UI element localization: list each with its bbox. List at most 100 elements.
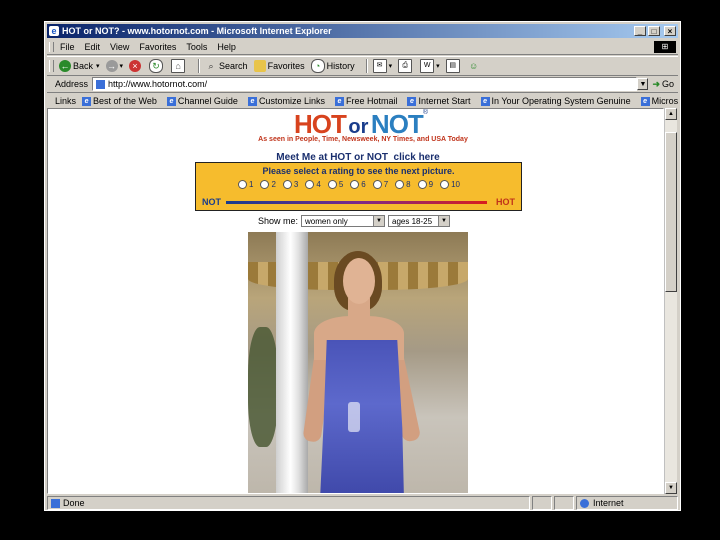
status-cell: [554, 496, 574, 510]
vertical-scrollbar[interactable]: ▲ ▼: [664, 108, 677, 494]
rated-person-photo: [248, 232, 468, 493]
rating-radio-3[interactable]: 3: [282, 180, 299, 189]
radio-circle: [238, 180, 247, 189]
messenger-button[interactable]: ☺: [468, 60, 482, 72]
radio-circle: [350, 180, 360, 189]
search-icon: ⌕: [208, 61, 214, 71]
scroll-up-icon[interactable]: ▲: [665, 108, 677, 120]
chevron-down-icon: ▼: [438, 216, 450, 226]
toolbar-separator: [198, 59, 201, 73]
menu-bar: File Edit View Favorites Tools Help ⊞: [47, 40, 678, 55]
rating-radio-10[interactable]: 10: [440, 180, 460, 189]
rating-radio-9[interactable]: 9: [417, 180, 433, 189]
minimize-button[interactable]: _: [634, 26, 646, 36]
address-input[interactable]: http://www.hotornot.com/: [92, 77, 638, 91]
edit-icon: W: [420, 59, 435, 73]
history-button[interactable]: ◔ History: [310, 59, 355, 73]
edit-dropdown-icon[interactable]: ▾: [436, 62, 440, 70]
close-button[interactable]: ×: [664, 26, 676, 36]
link-label: Microsoft: [651, 96, 678, 106]
menu-file[interactable]: File: [60, 42, 75, 52]
link-microsoft[interactable]: eMicrosoft: [640, 96, 678, 106]
ie-page-icon: e: [480, 96, 490, 106]
logo-registered: ®: [422, 109, 428, 116]
age-select[interactable]: ages 18-25 ▼: [388, 215, 451, 227]
rating-value: 5: [338, 180, 344, 189]
link-channel-guide[interactable]: e Channel Guide: [166, 96, 238, 106]
rating-value: 2: [271, 180, 276, 189]
go-button[interactable]: ➜ Go: [652, 79, 674, 90]
radio-circle: [305, 180, 315, 189]
link-genuine[interactable]: e In Your Operating System Genuine: [480, 96, 631, 106]
gender-select[interactable]: women only ▼: [301, 215, 386, 227]
rating-radio-7[interactable]: 7: [372, 180, 388, 189]
menu-help[interactable]: Help: [217, 42, 236, 52]
rating-value: 10: [451, 180, 460, 189]
messenger-icon: ☺: [469, 61, 479, 71]
ie-logo-icon: e: [49, 26, 59, 36]
link-free-hotmail[interactable]: e Free Hotmail: [334, 96, 397, 106]
favorites-button[interactable]: Favorites: [253, 60, 305, 72]
stop-button[interactable]: ×: [129, 60, 143, 72]
radio-circle: [440, 180, 450, 189]
back-dropdown-icon[interactable]: ▾: [96, 62, 100, 70]
rating-radio-group: 1 2 3 4 5 6 7 8 9 10: [238, 180, 467, 189]
menu-tools[interactable]: Tools: [186, 42, 207, 52]
link-customize-links[interactable]: e Customize Links: [247, 96, 325, 106]
rating-value: 3: [293, 180, 299, 189]
rating-scale-bar: [226, 201, 487, 204]
link-label: Channel Guide: [177, 96, 238, 106]
toolbar-separator: [365, 59, 368, 73]
home-button[interactable]: ⌂: [171, 59, 187, 73]
radio-circle: [372, 180, 382, 189]
rating-radio-6[interactable]: 6: [350, 180, 366, 189]
rating-radio-8[interactable]: 8: [395, 180, 411, 189]
print-button[interactable]: ⎙: [398, 59, 414, 73]
photo-column: [276, 232, 308, 493]
browser-window: e HOT or NOT? - www.hotornot.com - Micro…: [44, 21, 681, 511]
status-cell: [532, 496, 552, 510]
scroll-thumb[interactable]: [665, 132, 677, 292]
rating-value: 4: [316, 180, 321, 189]
forward-dropdown-icon[interactable]: ▾: [120, 62, 124, 70]
edit-button[interactable]: W ▾: [420, 59, 440, 73]
history-label: History: [326, 61, 355, 71]
gender-select-value: women only: [305, 216, 348, 226]
address-label: Address: [55, 79, 89, 89]
forward-arrow-icon: →: [105, 60, 118, 72]
ie-page-icon: e: [334, 96, 344, 106]
back-button[interactable]: ← Back ▾: [59, 60, 100, 72]
scale-low-label: NOT: [202, 197, 221, 207]
mail-button[interactable]: ✉ ▾: [372, 59, 393, 73]
address-value: http://www.hotornot.com/: [108, 79, 208, 89]
rating-radio-5[interactable]: 5: [327, 180, 344, 189]
scroll-down-icon[interactable]: ▼: [665, 482, 677, 494]
menu-view[interactable]: View: [110, 42, 129, 52]
maximize-button[interactable]: □: [648, 26, 660, 36]
status-text: Done: [63, 498, 85, 508]
menu-edit[interactable]: Edit: [85, 42, 101, 52]
print-icon: ⎙: [398, 59, 413, 73]
rating-radio-4[interactable]: 4: [305, 180, 321, 189]
rating-radio-2[interactable]: 2: [260, 180, 276, 189]
search-button[interactable]: ⌕ Search: [205, 60, 248, 72]
link-best-of-the-web[interactable]: e Best of the Web: [82, 96, 157, 106]
stop-icon: ×: [129, 60, 142, 72]
address-dropdown-icon[interactable]: ▼: [637, 78, 649, 90]
ie-page-icon: e: [166, 96, 176, 106]
globe-icon: [580, 498, 589, 508]
rating-prompt: Please select a rating to see the next p…: [262, 166, 455, 176]
status-bar: Done Internet: [47, 496, 678, 510]
link-internet-start[interactable]: e Internet Start: [407, 96, 471, 106]
go-label: Go: [661, 79, 674, 89]
ie-page-icon: e: [640, 96, 650, 106]
rating-radio-1[interactable]: 1: [238, 180, 253, 189]
link-label: In Your Operating System Genuine: [491, 96, 631, 106]
forward-button[interactable]: → ▾: [105, 60, 124, 72]
history-icon: ◔: [310, 59, 325, 73]
refresh-button[interactable]: ↻: [149, 59, 165, 73]
discuss-button[interactable]: ▤: [445, 59, 462, 73]
menu-favorites[interactable]: Favorites: [139, 42, 176, 52]
mail-dropdown-icon[interactable]: ▾: [389, 62, 393, 70]
scale-high-label: HOT: [496, 197, 515, 207]
